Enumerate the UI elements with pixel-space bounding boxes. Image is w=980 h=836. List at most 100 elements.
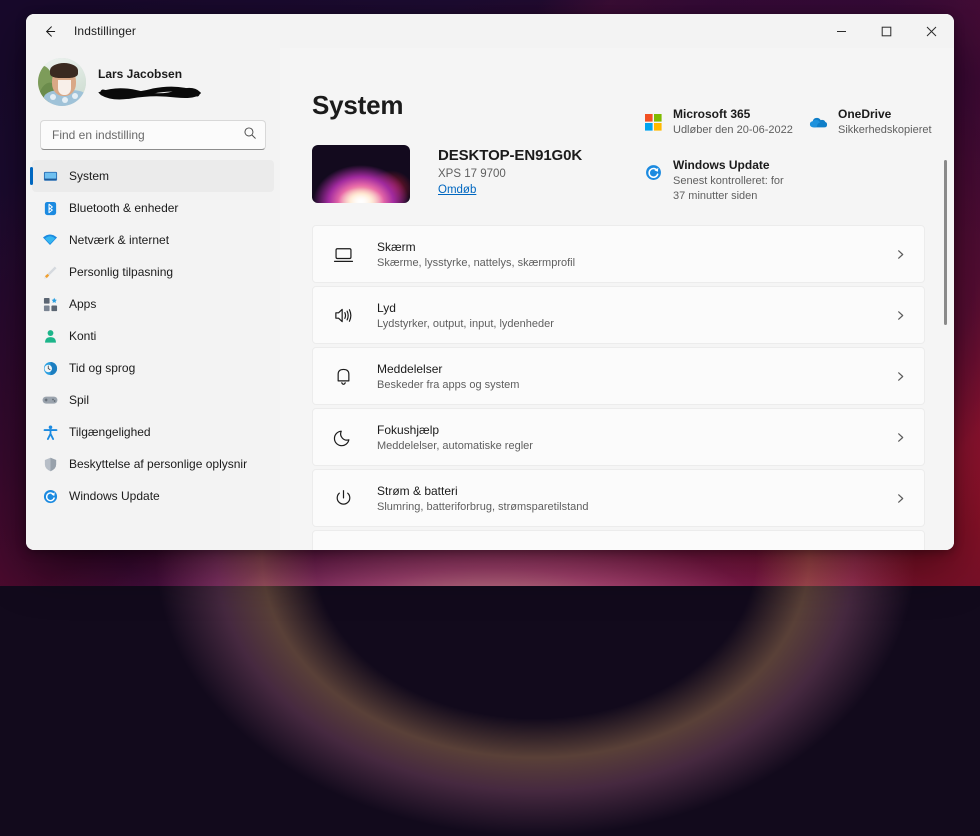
settings-row-storage[interactable]: Lager <box>312 530 925 550</box>
status-card-microsoft365[interactable]: Microsoft 365 Udløber den 20-06-2022 <box>643 103 808 142</box>
search-input[interactable] <box>52 128 243 142</box>
chevron-right-icon[interactable] <box>890 427 910 447</box>
settings-rows: Skærm Skærme, lysstyrke, nattelys, skærm… <box>312 225 954 550</box>
account-section[interactable]: Lars Jacobsen <box>26 48 280 120</box>
close-button[interactable] <box>909 14 954 48</box>
bell-icon <box>331 364 355 388</box>
sidebar-item-personalization[interactable]: Personlig tilpasning <box>32 256 274 288</box>
account-email-redacted <box>98 85 202 100</box>
accessibility-icon <box>42 424 58 440</box>
status-card-text: OneDrive Sikkerhedskopieret <box>838 107 932 138</box>
update-icon <box>643 163 663 183</box>
settings-row-title: Lyd <box>377 301 890 315</box>
account-name: Lars Jacobsen <box>98 67 202 81</box>
settings-row-subtitle: Lydstyrker, output, input, lydenheder <box>377 318 890 330</box>
sidebar-item-time-language[interactable]: Tid og sprog <box>32 352 274 384</box>
sidebar-item-accounts[interactable]: Konti <box>32 320 274 352</box>
status-card-title: Microsoft 365 <box>673 107 793 121</box>
monitor-icon <box>42 168 58 184</box>
settings-row-subtitle: Meddelelser, automatiske regler <box>377 440 890 452</box>
settings-row-subtitle: Skærme, lysstyrke, nattelys, skærmprofil <box>377 257 890 269</box>
sound-icon <box>331 303 355 327</box>
settings-row-notifications[interactable]: Meddelelser Beskeder fra apps og system <box>312 347 925 405</box>
status-card-onedrive[interactable]: OneDrive Sikkerhedskopieret <box>808 103 954 142</box>
person-icon <box>42 328 58 344</box>
clock-globe-icon <box>42 360 58 376</box>
onedrive-cloud-icon <box>808 112 828 132</box>
sidebar-item-label: Tid og sprog <box>69 361 135 375</box>
settings-row-display[interactable]: Skærm Skærme, lysstyrke, nattelys, skærm… <box>312 225 925 283</box>
back-button[interactable] <box>32 16 66 46</box>
search-section <box>26 120 280 160</box>
settings-row-title: Skærm <box>377 240 890 254</box>
content-scrollbar[interactable] <box>944 160 947 325</box>
maximize-button[interactable] <box>864 14 909 48</box>
sidebar-item-gaming[interactable]: Spil <box>32 384 274 416</box>
window-body: Lars Jacobsen <box>26 48 954 550</box>
wifi-icon <box>42 232 58 248</box>
settings-row-text: Strøm & batteri Slumring, batteriforbrug… <box>377 484 890 513</box>
settings-row-title: Meddelelser <box>377 362 890 376</box>
sidebar-item-label: Bluetooth & enheder <box>69 201 178 215</box>
device-wallpaper-thumbnail <box>312 145 410 203</box>
search-icon[interactable] <box>243 126 257 145</box>
device-info: DESKTOP-EN91G0K XPS 17 9700 Omdøb <box>410 145 582 203</box>
chevron-right-icon[interactable] <box>890 549 910 550</box>
minimize-button[interactable] <box>819 14 864 48</box>
sidebar-item-label: Beskyttelse af personlige oplysnir <box>69 457 247 471</box>
status-card-subtitle: Udløber den 20-06-2022 <box>673 123 793 138</box>
sidebar-item-system[interactable]: System <box>32 160 274 192</box>
title-bar: Indstillinger <box>26 14 954 48</box>
power-icon <box>331 486 355 510</box>
settings-row-text: Lyd Lydstyrker, output, input, lydenhede… <box>377 301 890 330</box>
settings-row-focus-assist[interactable]: Fokushjælp Meddelelser, automatiske regl… <box>312 408 925 466</box>
rename-link[interactable]: Omdøb <box>438 184 476 196</box>
sidebar-item-label: System <box>69 169 109 183</box>
moon-icon <box>331 425 355 449</box>
sidebar-item-bluetooth[interactable]: Bluetooth & enheder <box>32 192 274 224</box>
app-title: Indstillinger <box>74 24 136 38</box>
settings-row-title: Strøm & batteri <box>377 484 890 498</box>
sidebar-item-privacy[interactable]: Beskyttelse af personlige oplysnir <box>32 448 274 480</box>
paintbrush-icon <box>42 264 58 280</box>
chevron-right-icon[interactable] <box>890 488 910 508</box>
settings-row-text: Meddelelser Beskeder fra apps og system <box>377 362 890 391</box>
sidebar-item-label: Konti <box>69 329 96 343</box>
sidebar-item-windows-update[interactable]: Windows Update <box>32 480 274 512</box>
device-name: DESKTOP-EN91G0K <box>438 147 582 164</box>
settings-row-power-battery[interactable]: Strøm & batteri Slumring, batteriforbrug… <box>312 469 925 527</box>
sidebar-nav: System Bluetooth & enheder <box>26 160 280 550</box>
content-area: System DESKTOP-EN91G0K XPS 17 9700 Omdøb <box>280 48 954 550</box>
status-cards: Microsoft 365 Udløber den 20-06-2022 One… <box>643 103 954 208</box>
storage-icon <box>331 547 355 550</box>
settings-row-sound[interactable]: Lyd Lydstyrker, output, input, lydenhede… <box>312 286 925 344</box>
status-card-text: Microsoft 365 Udløber den 20-06-2022 <box>673 107 793 138</box>
display-icon <box>331 242 355 266</box>
sidebar-item-apps[interactable]: Apps <box>32 288 274 320</box>
gamepad-icon <box>42 392 58 408</box>
sidebar-item-network[interactable]: Netværk & internet <box>32 224 274 256</box>
status-card-windows-update[interactable]: Windows Update Senest kontrolleret: for … <box>643 142 954 208</box>
chevron-right-icon[interactable] <box>890 244 910 264</box>
account-text: Lars Jacobsen <box>98 65 202 100</box>
bluetooth-icon <box>42 200 58 216</box>
sidebar-item-label: Tilgængelighed <box>69 425 151 439</box>
window-controls <box>819 14 954 48</box>
settings-row-text: Fokushjælp Meddelelser, automatiske regl… <box>377 423 890 452</box>
settings-row-text: Skærm Skærme, lysstyrke, nattelys, skærm… <box>377 240 890 269</box>
sidebar-item-label: Apps <box>69 297 96 311</box>
sidebar-item-label: Personlig tilpasning <box>69 265 173 279</box>
settings-row-title: Fokushjælp <box>377 423 890 437</box>
settings-window: Indstillinger <box>26 14 954 550</box>
sidebar-item-label: Spil <box>69 393 89 407</box>
update-icon <box>42 488 58 504</box>
search-box[interactable] <box>40 120 266 150</box>
device-model: XPS 17 9700 <box>438 168 582 180</box>
settings-row-subtitle: Slumring, batteriforbrug, strømsparetils… <box>377 501 890 513</box>
microsoft-logo-icon <box>643 112 663 132</box>
shield-icon <box>42 456 58 472</box>
chevron-right-icon[interactable] <box>890 366 910 386</box>
sidebar-item-accessibility[interactable]: Tilgængelighed <box>32 416 274 448</box>
settings-row-subtitle: Beskeder fra apps og system <box>377 379 890 391</box>
chevron-right-icon[interactable] <box>890 305 910 325</box>
